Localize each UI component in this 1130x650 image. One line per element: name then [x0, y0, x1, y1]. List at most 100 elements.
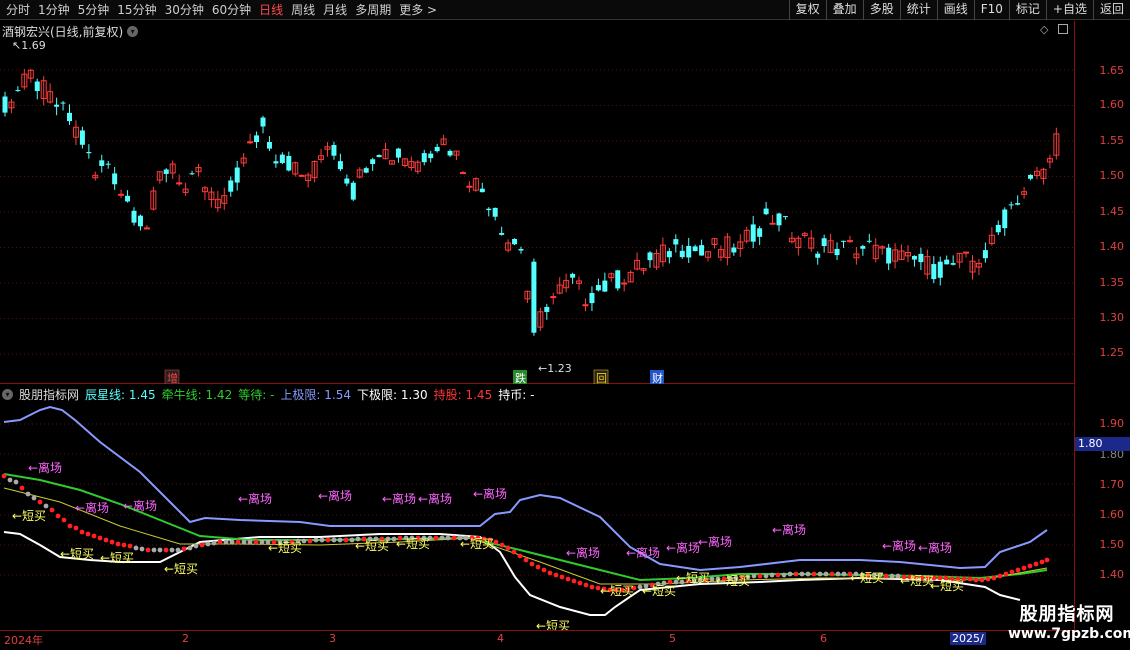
overlay-button[interactable]: 叠加 [825, 0, 863, 20]
candle-body-down [54, 104, 60, 107]
date-label: 2 [182, 632, 189, 645]
leave-signal: ←离场 [473, 486, 507, 501]
add-watchlist-button[interactable]: +自选 [1045, 0, 1093, 20]
candle-body-down [595, 285, 601, 291]
buy-signal: ←短买 [355, 539, 389, 553]
candle-body-down [931, 264, 937, 280]
buy-signal: ←短买 [396, 537, 430, 551]
adjust-button[interactable]: 复权 [788, 0, 826, 20]
chenxing-dot [109, 539, 115, 545]
indicator-axis: 1.90 1.80 1.70 1.60 1.50 1.40 1.80 [1074, 386, 1130, 630]
candle-body-down [370, 159, 376, 164]
chenxing-dot [571, 578, 577, 584]
chenxing-dot [775, 572, 781, 578]
period-tab-30min[interactable]: 30分钟 [161, 0, 208, 20]
chenxing-dot [817, 571, 823, 577]
chenxing-dot [433, 535, 439, 541]
leave-signal: ←离场 [75, 500, 109, 515]
candle-body-up [769, 222, 776, 225]
chenxing-dot [793, 571, 799, 577]
chenxing-dot [319, 537, 325, 543]
candle-body-down [279, 154, 285, 163]
buy-signal: ←短买 [600, 584, 634, 598]
candle-body-down [666, 251, 672, 258]
indicator-chart[interactable]: ←离场←离场 ←离场 ←离场 ←离场 ←离场 ←离场 ←离场←离场 ←离场 ←离场←离场←离场←… [0, 402, 1074, 630]
chenxing-dot [235, 539, 241, 545]
chenxing-dot [13, 479, 19, 485]
price-tick: 1.30 [1099, 311, 1125, 324]
candle-body-down [544, 306, 550, 312]
indicator-dropdown-icon[interactable]: ▾ [2, 389, 13, 400]
watermark: 股朋指标网 www.7gpzb.com [1008, 600, 1130, 642]
chenxing-dot [67, 523, 73, 529]
f10-button[interactable]: F10 [973, 0, 1009, 20]
period-tab-5min[interactable]: 5分钟 [74, 0, 114, 20]
leave-signal: ←离场 [123, 498, 157, 513]
chenxing-dot [103, 537, 109, 543]
chenxing-dot [511, 549, 517, 555]
period-tab-weekly[interactable]: 周线 [287, 0, 319, 20]
chenxing-dot [181, 546, 187, 552]
chenxing-dot [91, 533, 97, 539]
chenxing-dot [829, 571, 835, 577]
candle-body-down [15, 90, 21, 92]
candle-body-down [699, 245, 705, 256]
indicator-tick: 1.60 [1099, 508, 1125, 521]
period-tab-more[interactable]: 更多 > [395, 0, 441, 20]
chenxing-dot [133, 545, 139, 551]
candle-body-down [834, 248, 840, 256]
candle-body-down [686, 245, 692, 258]
indicator-tick: 1.90 [1099, 417, 1125, 430]
chenxing-dot [199, 542, 205, 548]
candle-body-down [105, 163, 111, 165]
back-button[interactable]: 返回 [1092, 0, 1130, 20]
period-tab-fenshi[interactable]: 分时 [2, 0, 34, 20]
candle-body-down [570, 273, 576, 278]
chenxing-dot [811, 571, 817, 577]
candle-body-down [331, 145, 337, 156]
chenxing-dot [55, 513, 61, 519]
period-tab-60min[interactable]: 60分钟 [208, 0, 255, 20]
date-label-current: 2025/ [950, 632, 986, 645]
draw-line-button[interactable]: 画线 [936, 0, 974, 20]
buy-signal: ←短买 [676, 571, 710, 585]
chenxing-dot [835, 571, 841, 577]
indicator-header: ▾ 股朋指标网 辰星线: 1.45 牵牛线: 1.42 等待: - 上极限: 1… [2, 386, 534, 403]
period-tab-15min[interactable]: 15分钟 [113, 0, 160, 20]
chenxing-dot [985, 576, 991, 582]
chenxing-dot [553, 572, 559, 578]
diamond-icon[interactable]: ◇ [1040, 23, 1048, 36]
candle-body-down [163, 169, 169, 174]
chenxing-dot [229, 539, 235, 545]
multi-stock-button[interactable]: 多股 [862, 0, 900, 20]
period-tab-1min[interactable]: 1分钟 [34, 0, 74, 20]
leave-signal: ←离场 [566, 545, 600, 560]
candle-body-down [531, 261, 537, 333]
chenxing-dot [1021, 565, 1027, 571]
period-tab-multi[interactable]: 多周期 [351, 0, 395, 20]
indicator-name[interactable]: 股朋指标网 [19, 386, 79, 403]
stats-button[interactable]: 统计 [899, 0, 937, 20]
candle-body-down [266, 141, 272, 149]
candle-body-down [286, 155, 292, 171]
candle-body-down [499, 232, 505, 235]
chenxing-dot [979, 577, 985, 583]
chenxing-dot [1027, 563, 1033, 569]
chenxing-dot [517, 553, 523, 559]
period-tab-monthly[interactable]: 月线 [319, 0, 351, 20]
event-marker: 跌 [515, 371, 526, 384]
chenxing-dot [889, 573, 895, 579]
chenxing-dot [31, 495, 37, 501]
mark-button[interactable]: 标记 [1008, 0, 1046, 20]
chenxing-dot [223, 539, 229, 545]
period-tab-daily[interactable]: 日线 [255, 0, 287, 20]
chenxing-dot [7, 477, 13, 483]
buy-signal: ←短买 [850, 571, 884, 585]
buy-signal: ←短买 [60, 547, 94, 561]
candle-body-down [376, 155, 382, 158]
candle-body-down [692, 246, 698, 252]
dropdown-circle-icon[interactable]: ▾ [127, 26, 139, 37]
candlestick-chart[interactable]: ↖1.69 ←1.23 增 跌 回 财 [0, 21, 1074, 384]
window-square-icon[interactable] [1058, 24, 1068, 34]
candle-body-up [459, 172, 466, 175]
